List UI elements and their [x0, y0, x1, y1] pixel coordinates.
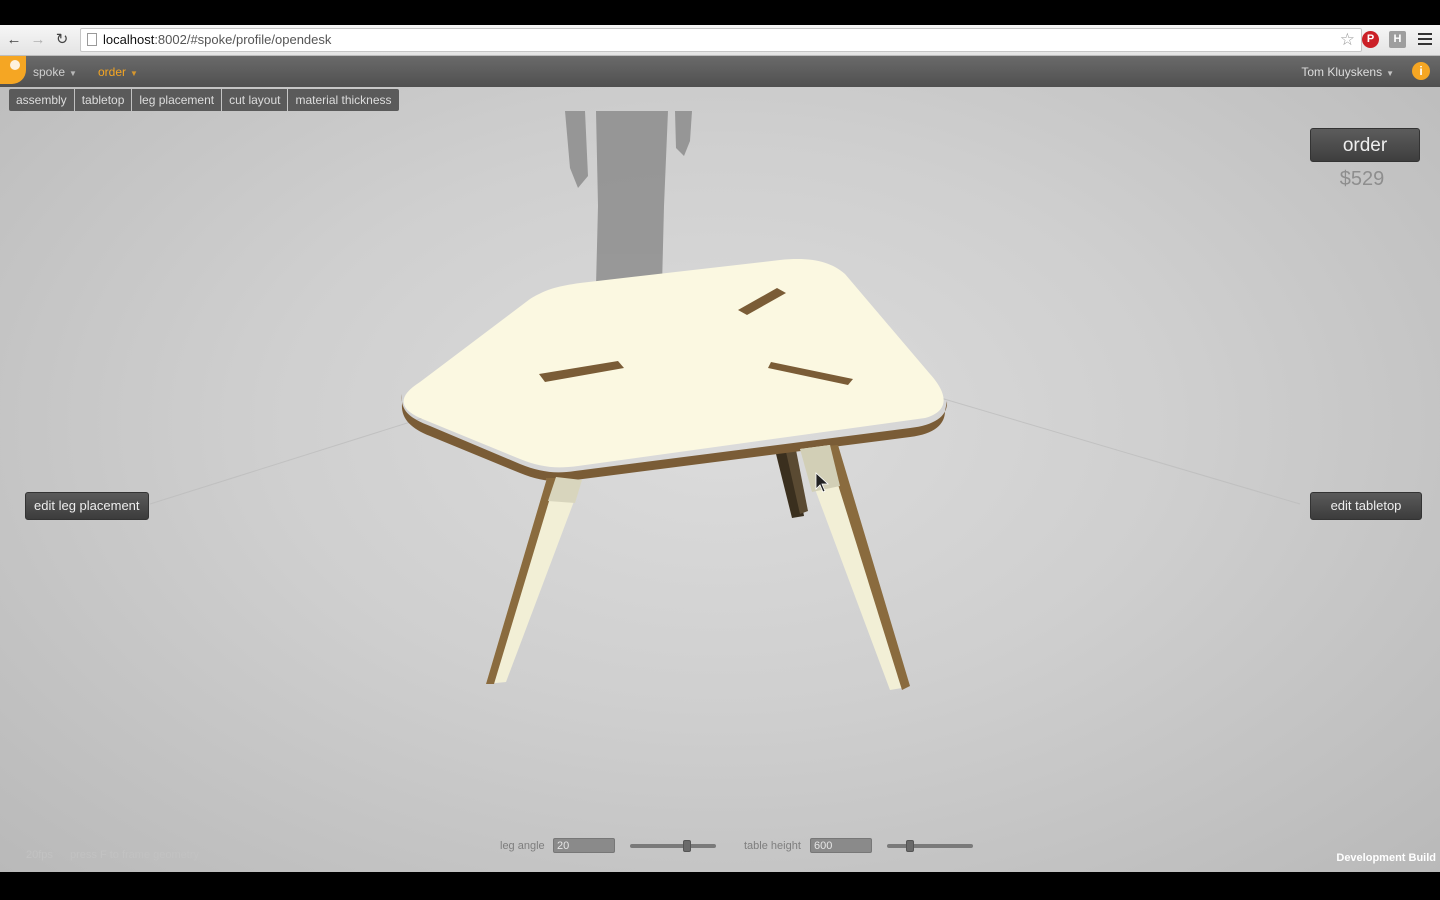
- view-tabs: assembly tabletop leg placement cut layo…: [9, 89, 400, 111]
- tab-cut-layout[interactable]: cut layout: [222, 89, 288, 111]
- browser-menu-icon[interactable]: [1418, 33, 1432, 45]
- url-host: localhost: [103, 32, 155, 47]
- extension-h-icon[interactable]: H: [1389, 31, 1406, 48]
- tab-tabletop[interactable]: tabletop: [74, 89, 132, 111]
- leg-angle-input[interactable]: [553, 838, 615, 853]
- table-3d-scene[interactable]: [0, 56, 1440, 872]
- chevron-down-icon: ▼: [1386, 69, 1394, 78]
- tab-material-thickness[interactable]: material thickness: [288, 89, 399, 111]
- url-path: :8002/#spoke/profile/opendesk: [154, 32, 332, 47]
- edit-tabletop-button[interactable]: edit tabletop: [1310, 492, 1422, 520]
- spoke-menu-label: spoke: [33, 65, 66, 79]
- page-icon: [87, 33, 97, 46]
- order-menu-label: order: [98, 65, 127, 79]
- bookmark-star-icon[interactable]: ☆: [1340, 30, 1355, 50]
- configurator-viewport[interactable]: spoke ▼ order ▼ Tom Kluyskens ▼ i assembly …: [0, 56, 1440, 872]
- address-bar[interactable]: localhost:8002/#spoke/profile/opendesk ☆: [80, 28, 1362, 52]
- order-button[interactable]: order: [1310, 128, 1420, 162]
- info-icon[interactable]: i: [1412, 62, 1430, 80]
- back-arrow-icon[interactable]: ←: [4, 30, 24, 50]
- table-height-input[interactable]: [810, 838, 872, 853]
- chevron-down-icon: ▼: [130, 69, 138, 78]
- spoke-menu[interactable]: spoke ▼: [33, 65, 77, 79]
- frame-geometry-hint: press F to frame geometry: [70, 849, 199, 861]
- leg-angle-slider[interactable]: [630, 840, 716, 852]
- browser-toolbar: ← → ↻ localhost:8002/#spoke/profile/open…: [0, 25, 1440, 56]
- app-header: spoke ▼ order ▼ Tom Kluyskens ▼ i: [0, 56, 1440, 87]
- table-leg-front-left: [486, 477, 582, 684]
- order-menu[interactable]: order ▼: [98, 65, 138, 79]
- forward-arrow-icon[interactable]: →: [28, 30, 48, 50]
- price-label: $529: [1339, 168, 1385, 190]
- url-text: localhost:8002/#spoke/profile/opendesk: [103, 32, 331, 47]
- leg-angle-label: leg angle: [500, 840, 545, 852]
- human-scale-silhouette: [565, 111, 692, 286]
- opendesk-logo[interactable]: [0, 56, 26, 84]
- development-build-label: Development Build: [1336, 852, 1436, 864]
- fps-counter: 20fps: [26, 849, 53, 861]
- tab-assembly[interactable]: assembly: [9, 89, 74, 111]
- bottom-black-border: [0, 872, 1440, 900]
- top-black-border: [0, 0, 1440, 25]
- edit-leg-placement-button[interactable]: edit leg placement: [25, 492, 149, 520]
- pinterest-icon[interactable]: P: [1362, 31, 1379, 48]
- user-menu[interactable]: Tom Kluyskens ▼: [1301, 65, 1394, 79]
- table-height-label: table height: [744, 840, 801, 852]
- chevron-down-icon: ▼: [69, 69, 77, 78]
- table-height-slider-thumb[interactable]: [906, 840, 914, 852]
- user-name: Tom Kluyskens: [1301, 65, 1383, 79]
- table-height-slider[interactable]: [887, 840, 973, 852]
- reload-icon[interactable]: ↻: [52, 30, 72, 50]
- leg-angle-slider-thumb[interactable]: [683, 840, 691, 852]
- tab-leg-placement[interactable]: leg placement: [132, 89, 222, 111]
